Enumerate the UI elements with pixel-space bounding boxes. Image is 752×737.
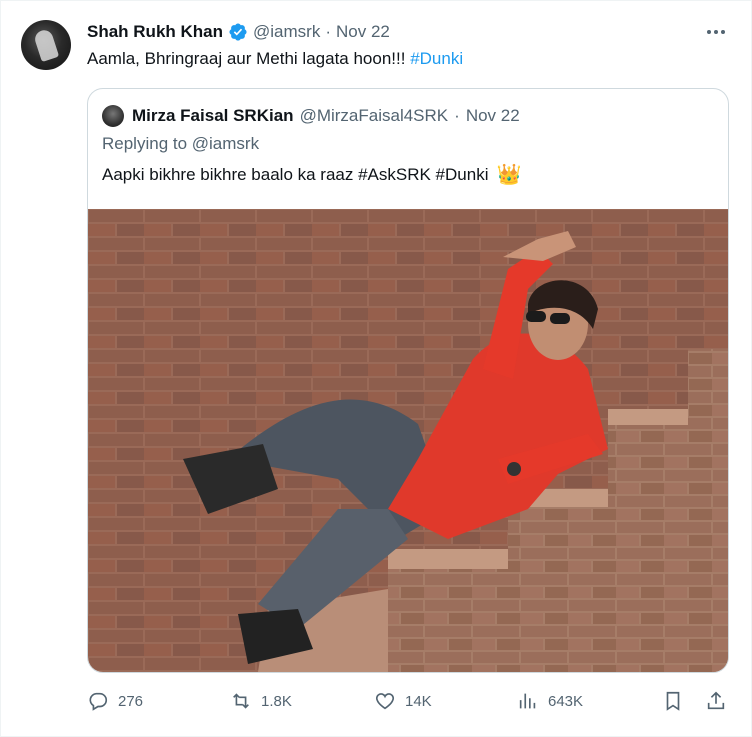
photo-illustration: [88, 209, 728, 672]
like-button[interactable]: 14K: [374, 685, 432, 717]
crown-emoji: 👑: [496, 164, 522, 186]
share-icon: [707, 691, 725, 710]
quote-author-avatar[interactable]: [102, 105, 124, 127]
quote-text: Aapki bikhre bikhre baalo ka raaz #AskSR…: [102, 165, 521, 185]
tweet-header: Shah Rukh Khan @iamsrk · Nov 22: [87, 19, 390, 45]
views-count: 643K: [548, 692, 584, 710]
reply-button[interactable]: 276: [87, 685, 143, 717]
quote-author-name: Mirza Faisal SRKian: [132, 106, 294, 125]
author-avatar[interactable]: [21, 20, 71, 70]
verified-badge-icon: [229, 23, 247, 41]
views-icon: [519, 693, 536, 709]
like-count: 14K: [405, 692, 432, 710]
tweet-card[interactable]: Shah Rukh Khan @iamsrk · Nov 22 Aamla, B…: [0, 0, 752, 737]
quote-photo[interactable]: [88, 209, 728, 672]
bookmark-button[interactable]: [662, 685, 684, 717]
like-icon: [375, 693, 395, 710]
repost-icon: [233, 693, 249, 709]
reply-icon: [89, 692, 108, 711]
tweet-actions: 276 1.8K 14K 643K: [87, 685, 737, 717]
views-button[interactable]: 643K: [517, 685, 583, 717]
hashtag-link[interactable]: #Dunki: [410, 49, 463, 68]
quote-separator: ·: [454, 106, 460, 125]
header-separator: ·: [325, 22, 331, 41]
quoted-tweet[interactable]: Mirza Faisal SRKian @MirzaFaisal4SRK · N…: [87, 88, 729, 673]
quote-date: Nov 22: [465, 106, 520, 125]
bookmark-icon: [666, 691, 680, 711]
quote-body: Aapki bikhre bikhre baalo ka raaz #AskSR…: [102, 165, 489, 184]
tweet-date[interactable]: Nov 22: [336, 22, 390, 42]
share-button[interactable]: [705, 685, 727, 717]
quote-author-handle: @MirzaFaisal4SRK: [299, 106, 449, 125]
quote-header: Mirza Faisal SRKian @MirzaFaisal4SRK · N…: [132, 103, 520, 129]
more-icon[interactable]: [705, 23, 727, 41]
quote-replying-to: Replying to @iamsrk: [102, 134, 260, 153]
author-name[interactable]: Shah Rukh Khan: [87, 22, 223, 42]
tweet-text: Aamla, Bhringraaj aur Methi lagata hoon!…: [87, 47, 463, 71]
repost-button[interactable]: 1.8K: [230, 685, 292, 717]
repost-count: 1.8K: [261, 692, 292, 710]
author-handle[interactable]: @iamsrk: [253, 22, 320, 42]
tweet-body: Aamla, Bhringraaj aur Methi lagata hoon!…: [87, 49, 411, 68]
reply-count: 276: [118, 692, 144, 710]
